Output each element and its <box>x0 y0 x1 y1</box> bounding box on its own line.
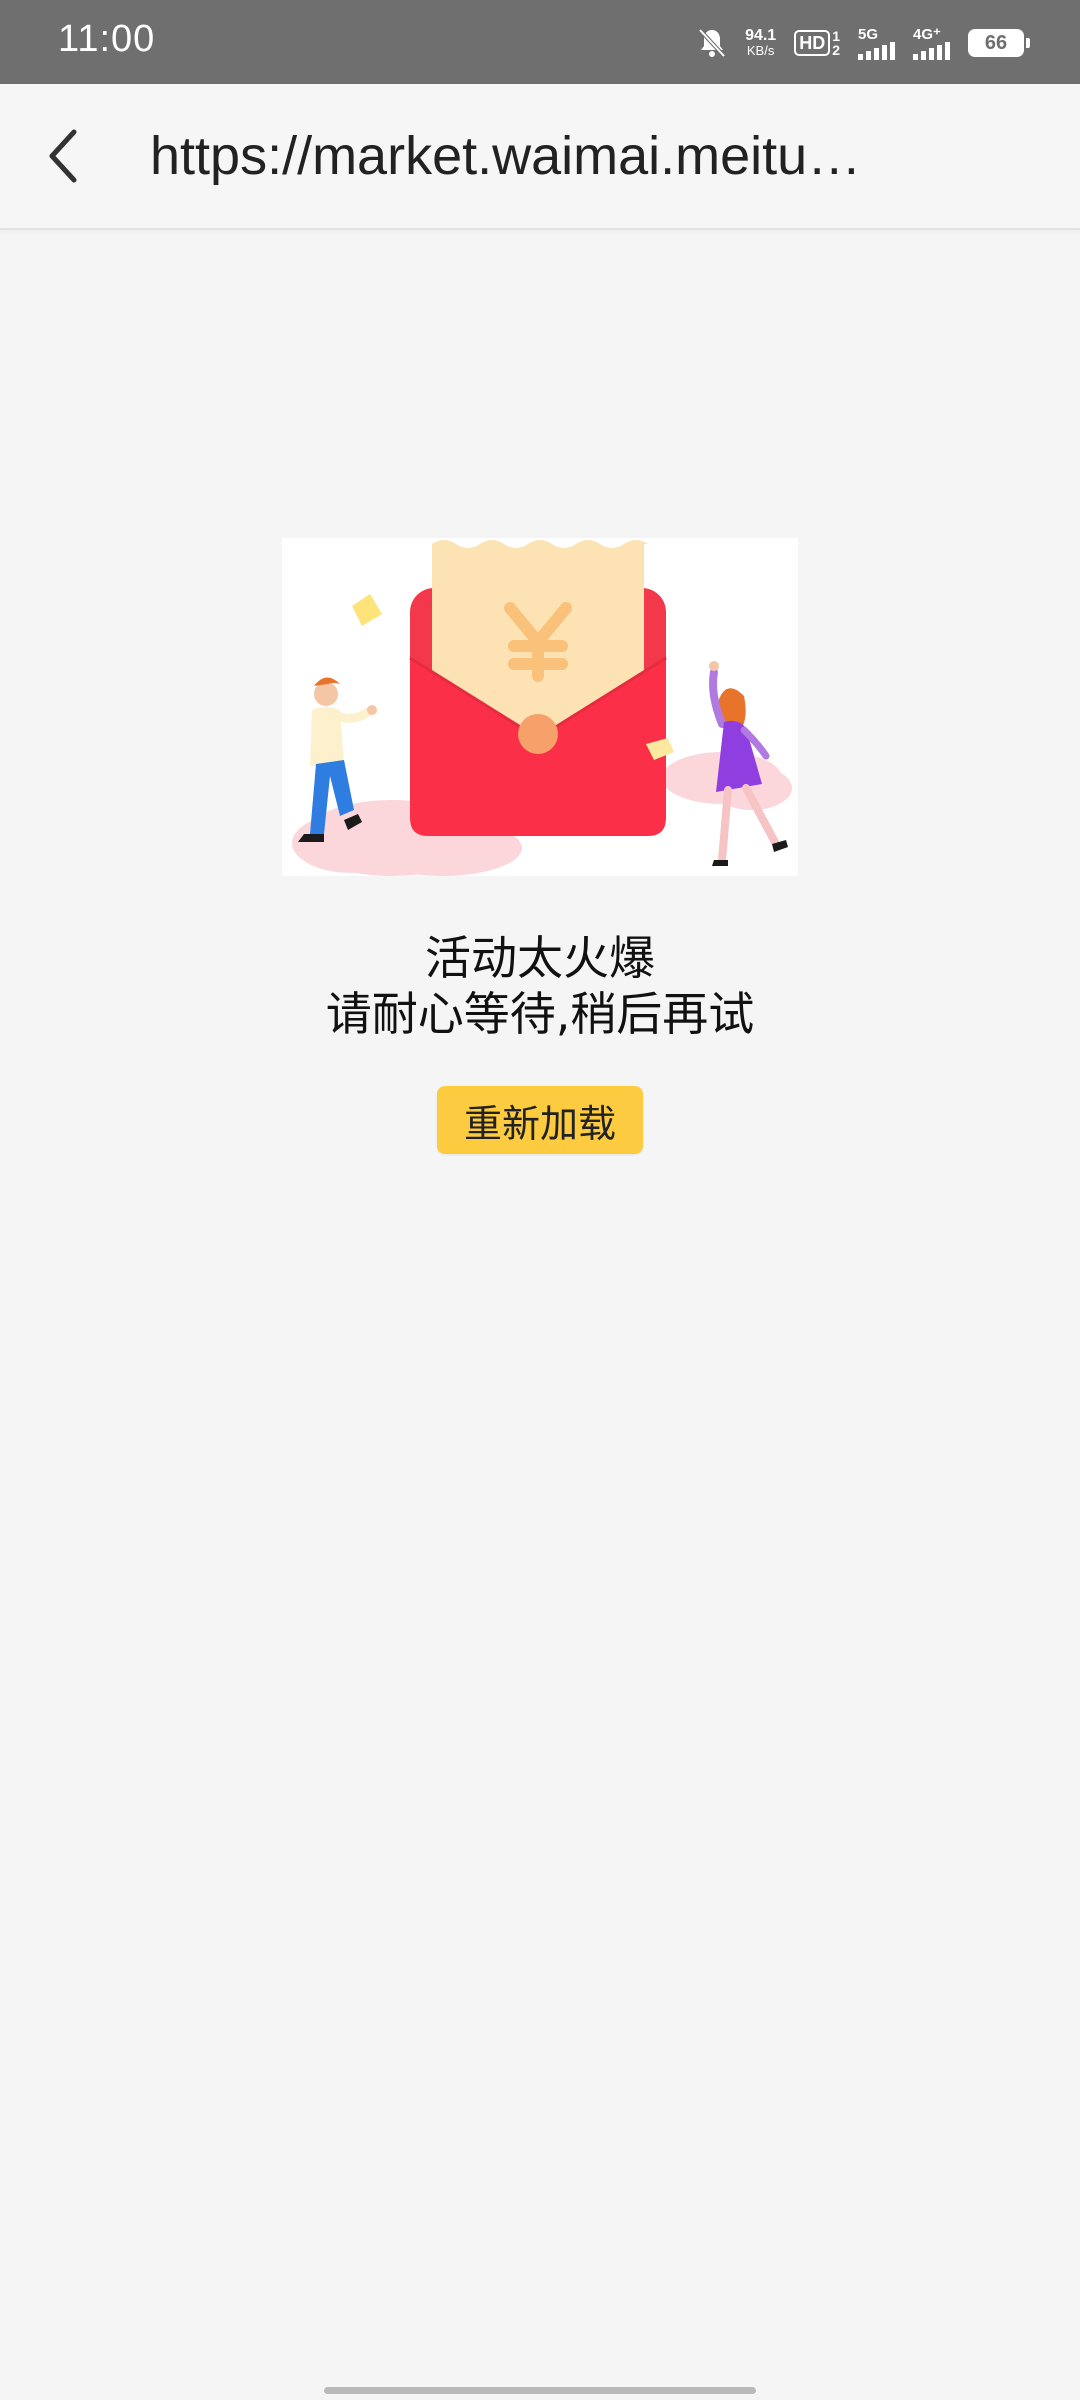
battery-level: 66 <box>984 31 1008 54</box>
bell-muted-icon <box>697 27 727 59</box>
status-time: 11:00 <box>58 18 156 60</box>
page-url: https://market.waimai.meitu… <box>150 126 862 186</box>
hd-sub-top: 1 <box>832 28 840 44</box>
nav-bar: https://market.waimai.meitu… <box>0 84 1080 230</box>
signal-4g-label: 4G⁺ <box>913 25 941 43</box>
signal-5g-label: 5G <box>858 25 879 43</box>
reload-button[interactable]: 重新加载 <box>437 1086 643 1154</box>
signal-5g-icon: 5G <box>858 27 895 60</box>
back-button[interactable] <box>28 120 100 192</box>
battery-icon: 66 <box>968 29 1030 57</box>
signal-4g-icon: 4G⁺ <box>913 27 950 60</box>
status-bar: 11:00 94.1 KB/s HD 1 2 5G 4G⁺ 66 <box>0 0 1080 84</box>
message-subtitle: 请耐心等待,稍后再试 <box>325 987 755 1041</box>
red-envelope-illustration <box>282 538 798 876</box>
network-speed-value: 94.1 <box>745 27 777 44</box>
home-indicator[interactable] <box>324 2387 756 2394</box>
network-speed: 94.1 KB/s <box>745 27 777 59</box>
hd-label: HD <box>794 30 831 56</box>
hd-sub-bottom: 2 <box>832 42 840 58</box>
network-speed-unit: KB/s <box>746 43 775 58</box>
hd-icon: HD 1 2 <box>794 29 840 57</box>
status-icons: 94.1 KB/s HD 1 2 5G 4G⁺ 66 <box>697 20 1030 66</box>
message-title: 活动太火爆 <box>425 931 655 985</box>
chevron-left-icon <box>49 129 77 183</box>
